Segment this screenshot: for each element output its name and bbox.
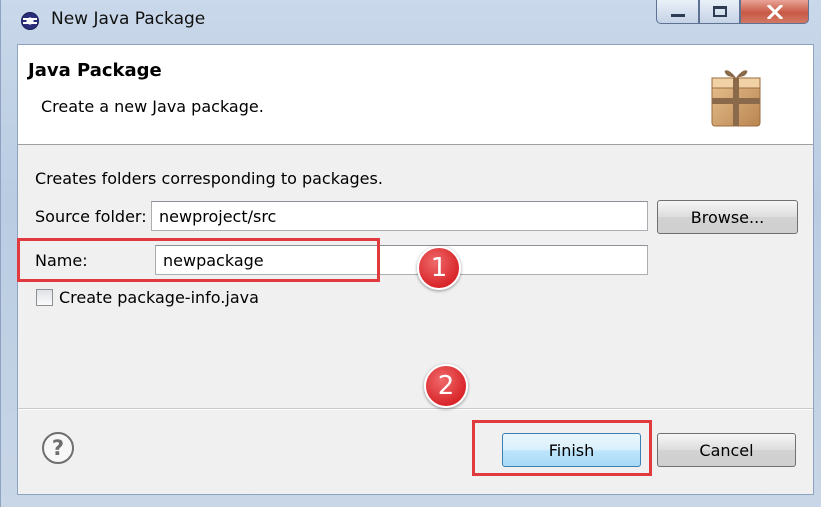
minimize-button[interactable] [656,0,699,24]
step-1-badge: 1 [417,246,461,290]
package-icon [711,70,761,127]
close-icon [766,4,783,19]
package-info-label: Create package-info.java [59,288,259,307]
source-folder-input[interactable] [151,201,648,231]
form-description: Creates folders corresponding to package… [35,169,383,188]
wizard-description: Create a new Java package. [41,97,264,116]
title-bar: New Java Package [1,0,821,44]
wizard-header: Java Package Create a new Java package. [18,45,813,145]
close-button[interactable] [740,0,809,24]
browse-button[interactable]: Browse... [657,200,798,234]
eclipse-icon [21,12,39,30]
name-field-highlight [17,238,380,282]
step-2-badge: 2 [424,364,468,408]
help-icon[interactable]: ? [42,432,74,464]
minimize-icon [670,14,685,17]
maximize-button[interactable] [699,0,740,24]
window-title: New Java Package [51,9,206,29]
maximize-icon [712,6,727,17]
finish-button-highlight [472,420,652,476]
cancel-button[interactable]: Cancel [657,433,796,467]
package-info-option[interactable]: Create package-info.java [36,288,259,307]
wizard-title: Java Package [28,60,162,81]
button-bar-separator [18,408,813,410]
package-info-checkbox[interactable] [36,289,53,306]
source-folder-label: Source folder: [35,207,147,226]
